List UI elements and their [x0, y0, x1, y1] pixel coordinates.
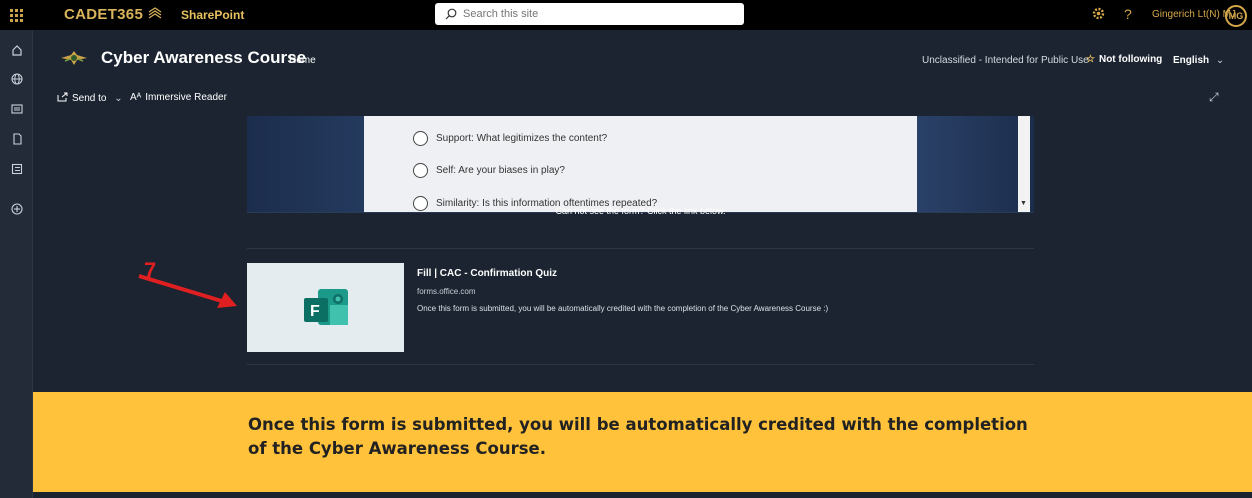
radio-button[interactable]: [413, 131, 428, 146]
annotation-arrow-icon: [138, 274, 237, 308]
classification-label: Unclassified - Intended for Public Use: [922, 55, 1089, 66]
create-plus-icon[interactable]: [9, 201, 24, 216]
link-domain: forms.office.com: [417, 287, 476, 296]
banner-text: Once this form is submitted, you will be…: [248, 415, 1028, 458]
settings-gear-icon[interactable]: [1092, 7, 1105, 23]
expand-icon[interactable]: ⤢: [1209, 90, 1219, 105]
globe-icon[interactable]: [9, 71, 24, 86]
link-description: Once this form is submitted, you will be…: [417, 304, 829, 313]
info-banner: Once this form is submitted, you will be…: [33, 392, 1252, 492]
form-option-label: Support: What legitimizes the content?: [436, 133, 608, 144]
brand-chevron-icon: [148, 7, 161, 19]
user-name[interactable]: Gingerich Lt(N) MJ: [1152, 9, 1236, 20]
suite-bar: CADET365 SharePoint ? Gingerich Lt(N) MJ…: [0, 0, 1252, 30]
lists-icon[interactable]: [9, 161, 24, 176]
link-preview-card[interactable]: F Fill | CAC - Confirmation Quiz forms.o…: [247, 263, 1034, 353]
search-input[interactable]: [463, 8, 723, 20]
send-to-label: Send to: [72, 93, 107, 104]
follow-label: Not following: [1098, 54, 1163, 65]
app-rail: [0, 30, 33, 498]
language-label: English: [1173, 55, 1210, 66]
radio-button[interactable]: [413, 163, 428, 178]
document-icon[interactable]: [9, 131, 24, 146]
command-bar: Send to ⌄ Aᴬ Immersive Reader ⤢: [33, 88, 1252, 108]
chevron-down-icon: ⌄: [114, 93, 123, 104]
news-icon[interactable]: [9, 101, 24, 116]
language-selector[interactable]: English ⌄: [1173, 55, 1224, 66]
link-thumbnail[interactable]: F: [247, 263, 404, 352]
follow-button[interactable]: ☆ Not following: [1086, 54, 1162, 65]
svg-text:F: F: [310, 303, 320, 320]
brand-label: CADET365: [64, 6, 144, 23]
site-header: Cyber Awareness Course Home Unclassified…: [33, 30, 1252, 88]
send-to-button[interactable]: Send to ⌄: [57, 92, 123, 104]
share-icon: [57, 92, 68, 102]
divider: [247, 364, 1034, 365]
form-background-right: [917, 116, 1034, 212]
link-title[interactable]: Fill | CAC - Confirmation Quiz: [417, 268, 557, 279]
app-launcher-icon[interactable]: [0, 0, 33, 30]
nav-home-link[interactable]: Home: [289, 55, 316, 66]
cant-see-form-text: Can not see the form? Click the link bel…: [555, 206, 726, 216]
divider: [247, 248, 1034, 249]
suite-name[interactable]: SharePoint: [181, 8, 244, 22]
form-option-label: Self: Are your biases in play?: [436, 165, 565, 176]
bottom-strip: [33, 492, 1252, 498]
site-title[interactable]: Cyber Awareness Course: [101, 48, 306, 68]
form-scrollbar[interactable]: [1018, 116, 1030, 212]
avatar[interactable]: MG: [1225, 5, 1247, 27]
search-icon: [445, 8, 457, 20]
immersive-reader-icon: Aᴬ: [130, 92, 142, 103]
star-icon: ☆: [1086, 54, 1095, 65]
microsoft-forms-icon: F: [303, 288, 348, 325]
help-icon[interactable]: ?: [1124, 6, 1132, 22]
embedded-form[interactable]: Support: What legitimizes the content? S…: [247, 116, 1034, 213]
immersive-reader-label: Immersive Reader: [145, 92, 227, 103]
form-option[interactable]: Support: What legitimizes the content?: [413, 131, 607, 146]
form-background-left: [247, 116, 364, 212]
site-logo-icon[interactable]: [61, 49, 87, 72]
form-option[interactable]: Self: Are your biases in play?: [413, 163, 565, 178]
brand-name[interactable]: CADET365: [64, 6, 162, 23]
search-box[interactable]: [435, 3, 744, 25]
chevron-down-icon: ⌄: [1215, 55, 1225, 66]
home-icon[interactable]: [9, 42, 24, 57]
immersive-reader-button[interactable]: Aᴬ Immersive Reader: [130, 92, 227, 103]
page-content: Support: What legitimizes the content? S…: [33, 108, 1252, 392]
